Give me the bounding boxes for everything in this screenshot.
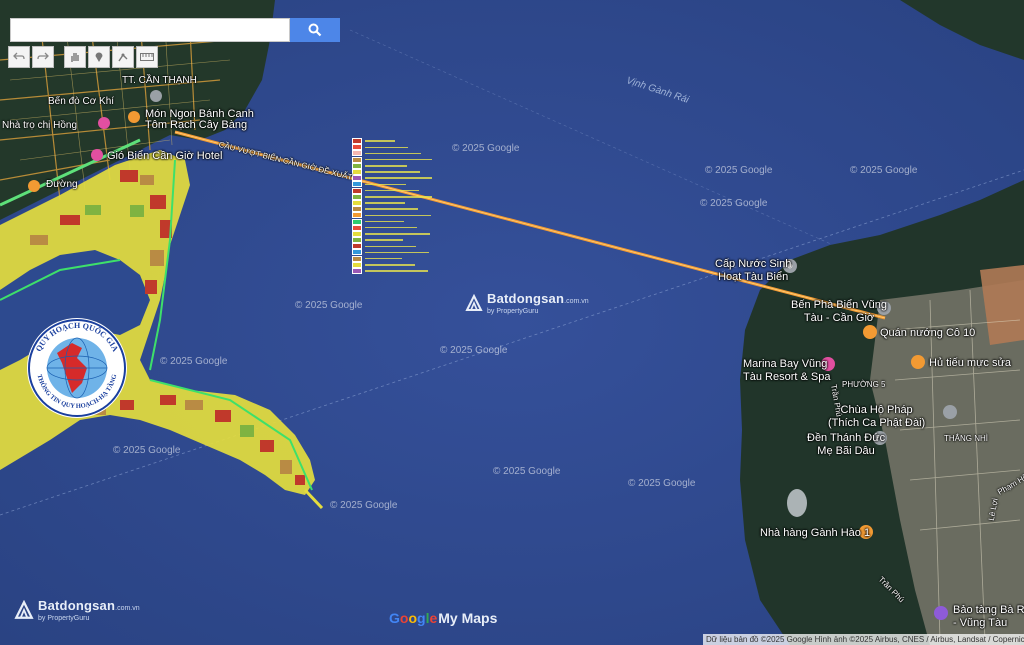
planning-emblem: QUY HOẠCH QUỐC GIA THÔNG TIN QUY HOẠCH-H… <box>27 318 127 418</box>
legend-row <box>352 268 432 275</box>
poi-label[interactable]: Marina Bay Vũng Tàu Resort & Spa <box>743 358 830 384</box>
hotel-pin-icon <box>98 117 110 129</box>
brand-watermark: Batdongsan.com.vn by PropertyGuru <box>14 597 140 622</box>
brand-sub: by PropertyGuru <box>38 615 90 622</box>
brand-domain: .com.vn <box>564 298 589 305</box>
temple-pin-icon <box>943 405 957 419</box>
brand-logo-icon <box>465 293 483 311</box>
watermark: © 2025 Google <box>452 143 520 154</box>
poi-label[interactable]: Nhà hàng Gành Hào 1 <box>760 527 870 540</box>
brand-sub: by PropertyGuru <box>487 308 539 315</box>
watermark: © 2025 Google <box>295 300 363 311</box>
museum-pin-icon <box>934 606 948 620</box>
food-pin-icon <box>911 355 925 369</box>
food-pin-icon <box>863 325 877 339</box>
watermark: © 2025 Google <box>705 165 773 176</box>
food-pin-icon <box>28 180 40 192</box>
place-label: TT. CẦN THẠNH <box>122 75 197 86</box>
search-icon <box>308 23 322 37</box>
watermark: © 2025 Google <box>113 445 181 456</box>
ruler-icon[interactable] <box>136 46 158 68</box>
search-button[interactable] <box>290 18 340 42</box>
brand-watermark: Batdongsan.com.vn by PropertyGuru <box>465 290 589 315</box>
map-toolbar <box>8 46 158 68</box>
poi-label[interactable]: Chùa Hộ Pháp (Thích Ca Phật Đài) <box>828 404 925 430</box>
draw-line-icon[interactable] <box>112 46 134 68</box>
map-attribution[interactable]: Dữ liệu bản đồ ©2025 Google Hình ảnh ©20… <box>703 634 1024 645</box>
food-pin-icon <box>128 111 140 123</box>
brand-logo-icon <box>14 599 34 619</box>
redo-icon[interactable] <box>32 46 54 68</box>
mymaps-wordmark: My Maps <box>438 610 498 626</box>
watermark: © 2025 Google <box>493 466 561 477</box>
watermark: © 2025 Google <box>160 356 228 367</box>
place-label: Đường <box>46 179 78 190</box>
google-mymaps-logo: GoogleMy Maps <box>389 610 497 626</box>
watermark: © 2025 Google <box>628 478 696 489</box>
poi-label[interactable]: Bảo tàng Bà Rịa- Vũng Tàu <box>953 604 1024 630</box>
place-label: Nhà trọ chị Hồng <box>2 120 78 131</box>
google-wordmark: Google <box>389 610 438 626</box>
watermark: © 2025 Google <box>700 198 768 209</box>
cloud <box>787 489 807 517</box>
hotel-pin-icon <box>91 149 103 161</box>
poi-label[interactable]: Bến Phà Biển Vũng Tàu - Cần Giờ <box>791 299 887 325</box>
district-label: THẮNG NHÌ <box>944 434 988 443</box>
zoning-legend <box>352 138 432 275</box>
poi-label[interactable]: Hủ tiếu mực sửa <box>929 357 1011 370</box>
district-label: PHƯỜNG 5 <box>842 380 886 389</box>
brand-name: Batdongsan <box>38 598 116 613</box>
poi-label[interactable]: Đền Thánh Đức Mẹ Bãi Dâu <box>807 432 885 458</box>
watermark: © 2025 Google <box>850 165 918 176</box>
brand-name: Batdongsan <box>487 291 565 306</box>
undo-icon[interactable] <box>8 46 30 68</box>
poi-label[interactable]: Quán nướng Cô 10 <box>880 327 975 340</box>
poi-label[interactable]: Cấp Nước Sinh Hoạt Tàu Biển <box>715 258 791 284</box>
poi-label: Tôm Rạch Cây Bàng <box>145 119 248 131</box>
brand-domain: .com.vn <box>115 605 140 612</box>
watermark: © 2025 Google <box>330 500 398 511</box>
poi-label: Gió Biển Cần Giờ Hotel <box>107 150 223 162</box>
hand-icon[interactable] <box>64 46 86 68</box>
search-input[interactable] <box>10 18 290 42</box>
landmark-pin-icon <box>150 90 162 102</box>
place-label: Bến đò Cơ Khí <box>48 96 115 107</box>
marker-icon[interactable] <box>88 46 110 68</box>
watermark: © 2025 Google <box>440 345 508 356</box>
